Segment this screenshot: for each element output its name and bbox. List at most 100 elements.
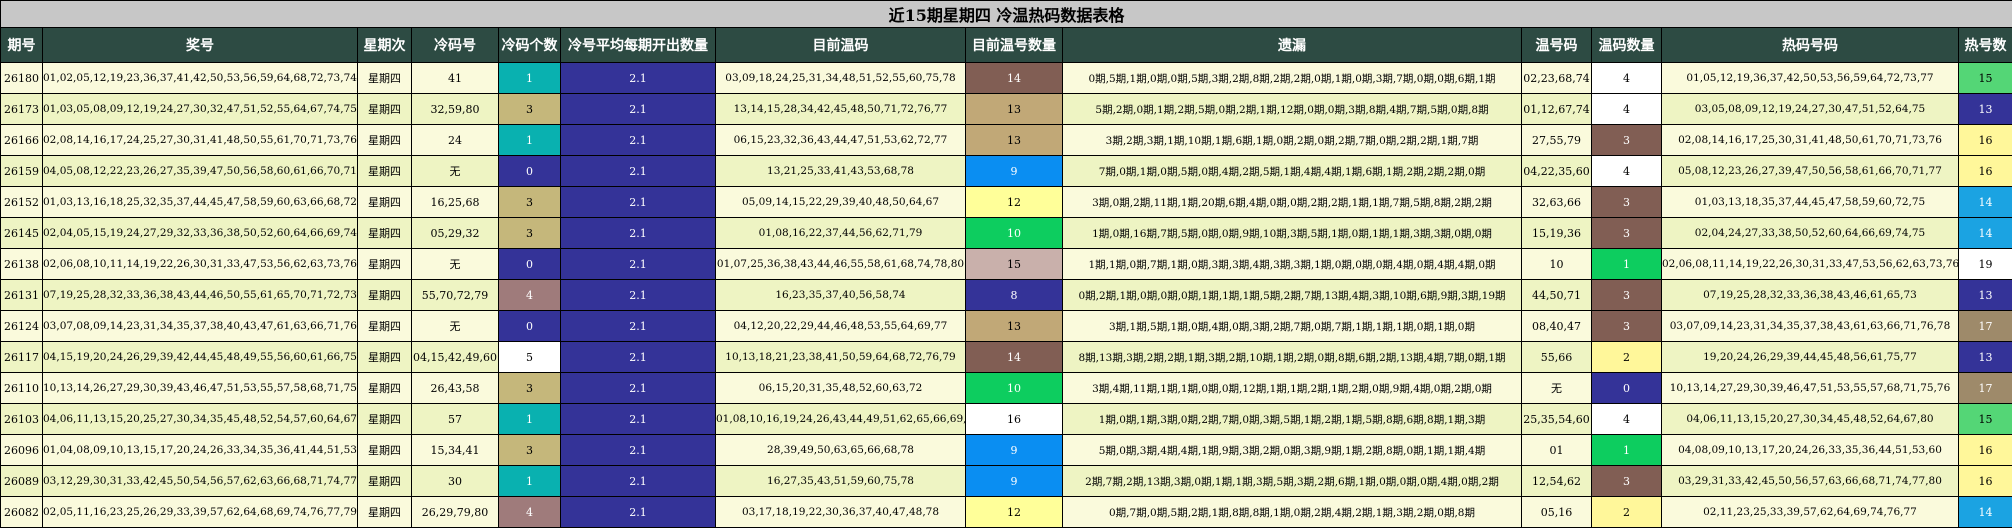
cell-warm-count: 13 <box>966 125 1063 156</box>
header-col-warm: 目前温码 <box>716 28 966 63</box>
cell-day: 星期四 <box>358 280 412 311</box>
cell-id: 26138 <box>1 249 43 280</box>
cell-hot-count: 14 <box>1959 497 2012 528</box>
cell-numbers: 04,05,08,12,22,23,26,27,35,39,47,50,56,5… <box>43 156 358 187</box>
cell-hot-count: 13 <box>1959 342 2012 373</box>
cell-numbers: 03,12,29,30,31,33,42,45,50,54,56,57,62,6… <box>43 466 358 497</box>
cell-cold: 24 <box>412 125 499 156</box>
cell-cold-avg: 2.1 <box>561 94 716 125</box>
cell-numbers: 01,03,05,08,09,12,19,24,27,30,32,47,51,5… <box>43 94 358 125</box>
cell-cold: 16,25,68 <box>412 187 499 218</box>
cell-hot: 03,07,09,14,23,31,34,35,37,38,43,61,63,6… <box>1662 311 1959 342</box>
cell-hot: 19,20,24,26,29,39,44,45,48,56,61,75,77 <box>1662 342 1959 373</box>
cell-warm-nums: 27,55,79 <box>1522 125 1592 156</box>
cell-miss: 3期,2期,3期,1期,10期,1期,6期,1期,0期,2期,0期,2期,7期,… <box>1063 125 1522 156</box>
cell-cold-avg: 2.1 <box>561 63 716 94</box>
table-body: 2618001,02,05,12,19,23,36,37,41,42,50,53… <box>1 63 2012 528</box>
cell-cold: 26,29,79,80 <box>412 497 499 528</box>
cell-day: 星期四 <box>358 435 412 466</box>
cell-warm-count: 9 <box>966 435 1063 466</box>
cell-miss: 3期,1期,5期,1期,0期,4期,0期,3期,2期,7期,0期,7期,1期,1… <box>1063 311 1522 342</box>
cell-day: 星期四 <box>358 63 412 94</box>
cell-cold-avg: 2.1 <box>561 373 716 404</box>
table-row: 2615904,05,08,12,22,23,26,27,35,39,47,50… <box>1 156 2012 187</box>
cell-cold: 04,15,42,49,60 <box>412 342 499 373</box>
cell-hot: 01,05,12,19,36,37,42,50,53,56,59,64,72,7… <box>1662 63 1959 94</box>
cell-warm-num-count: 3 <box>1592 218 1662 249</box>
cell-cold-count: 1 <box>499 466 561 497</box>
cell-warm-count: 9 <box>966 466 1063 497</box>
cell-warm-num-count: 4 <box>1592 63 1662 94</box>
cell-warm-nums: 08,40,47 <box>1522 311 1592 342</box>
cell-day: 星期四 <box>358 466 412 497</box>
cell-warm-count: 10 <box>966 218 1063 249</box>
cell-cold: 55,70,72,79 <box>412 280 499 311</box>
cell-miss: 1期,0期,16期,7期,5期,0期,0期,9期,10期,3期,5期,1期,0期… <box>1063 218 1522 249</box>
cell-id: 26166 <box>1 125 43 156</box>
cell-id: 26145 <box>1 218 43 249</box>
cell-hot-count: 17 <box>1959 311 2012 342</box>
cell-warm-count: 13 <box>966 311 1063 342</box>
cell-warm-count: 16 <box>966 404 1063 435</box>
cell-warm: 16,23,35,37,40,56,58,74 <box>716 280 966 311</box>
cell-cold-avg: 2.1 <box>561 466 716 497</box>
cell-hot: 02,04,24,27,33,38,50,52,60,64,66,69,74,7… <box>1662 218 1959 249</box>
cell-numbers: 04,15,19,20,24,26,29,39,42,44,45,48,49,5… <box>43 342 358 373</box>
cell-warm-count: 12 <box>966 497 1063 528</box>
cell-warm: 06,15,23,32,36,43,44,47,51,53,62,72,77 <box>716 125 966 156</box>
cell-hot: 05,08,12,23,26,27,39,47,50,56,58,61,66,7… <box>1662 156 1959 187</box>
cell-cold: 57 <box>412 404 499 435</box>
cell-hot-count: 16 <box>1959 125 2012 156</box>
cell-warm-count: 13 <box>966 94 1063 125</box>
cell-id: 26124 <box>1 311 43 342</box>
cell-day: 星期四 <box>358 497 412 528</box>
cell-cold-avg: 2.1 <box>561 249 716 280</box>
table-row: 2617301,03,05,08,09,12,19,24,27,30,32,47… <box>1 94 2012 125</box>
cell-warm: 28,39,49,50,63,65,66,68,78 <box>716 435 966 466</box>
header-col-id: 期号 <box>1 28 43 63</box>
cell-id: 26117 <box>1 342 43 373</box>
cell-hot-count: 13 <box>1959 94 2012 125</box>
cell-hot: 10,13,14,27,29,30,39,46,47,51,53,55,57,6… <box>1662 373 1959 404</box>
cell-cold: 无 <box>412 156 499 187</box>
cell-warm-num-count: 3 <box>1592 125 1662 156</box>
table-row: 2610304,06,11,13,15,20,25,27,30,34,35,45… <box>1 404 2012 435</box>
cell-cold-count: 0 <box>499 249 561 280</box>
cell-cold-count: 3 <box>499 373 561 404</box>
cell-warm-num-count: 4 <box>1592 404 1662 435</box>
cell-numbers: 01,02,05,12,19,23,36,37,41,42,50,53,56,5… <box>43 63 358 94</box>
cell-warm: 13,21,25,33,41,43,53,68,78 <box>716 156 966 187</box>
cell-cold-count: 1 <box>499 63 561 94</box>
cell-id: 26089 <box>1 466 43 497</box>
cell-day: 星期四 <box>358 94 412 125</box>
cell-hot: 04,06,11,13,15,20,27,30,34,45,48,52,64,6… <box>1662 404 1959 435</box>
cell-day: 星期四 <box>358 342 412 373</box>
cell-warm-nums: 10 <box>1522 249 1592 280</box>
cell-cold-count: 1 <box>499 125 561 156</box>
cell-id: 26180 <box>1 63 43 94</box>
cell-warm-nums: 01,12,67,74 <box>1522 94 1592 125</box>
cell-id: 26082 <box>1 497 43 528</box>
cell-miss: 0期,2期,1期,0期,0期,0期,1期,1期,1期,5期,2期,7期,13期,… <box>1063 280 1522 311</box>
cell-hot-count: 19 <box>1959 249 2012 280</box>
cell-warm-nums: 55,66 <box>1522 342 1592 373</box>
cell-cold: 无 <box>412 311 499 342</box>
cell-numbers: 02,05,11,16,23,25,26,29,33,39,57,62,64,6… <box>43 497 358 528</box>
cell-day: 星期四 <box>358 404 412 435</box>
cell-cold-count: 3 <box>499 187 561 218</box>
cell-day: 星期四 <box>358 218 412 249</box>
cell-hot-count: 14 <box>1959 218 2012 249</box>
cell-warm-count: 14 <box>966 63 1063 94</box>
table-row: 2608202,05,11,16,23,25,26,29,33,39,57,62… <box>1 497 2012 528</box>
cell-id: 26096 <box>1 435 43 466</box>
header-col-warm-num-count: 温码数量 <box>1592 28 1662 63</box>
table-title: 近15期星期四 冷温热码数据表格 <box>1 1 2012 28</box>
cell-warm-nums: 12,54,62 <box>1522 466 1592 497</box>
cell-miss: 5期,2期,0期,1期,2期,5期,0期,2期,1期,12期,0期,0期,3期,… <box>1063 94 1522 125</box>
cell-day: 星期四 <box>358 373 412 404</box>
cell-warm-nums: 15,19,36 <box>1522 218 1592 249</box>
cell-warm-nums: 02,23,68,74 <box>1522 63 1592 94</box>
cell-id: 26103 <box>1 404 43 435</box>
cell-numbers: 01,04,08,09,10,13,15,17,20,24,26,33,34,3… <box>43 435 358 466</box>
cell-warm: 01,07,25,36,38,43,44,46,55,58,61,68,74,7… <box>716 249 966 280</box>
